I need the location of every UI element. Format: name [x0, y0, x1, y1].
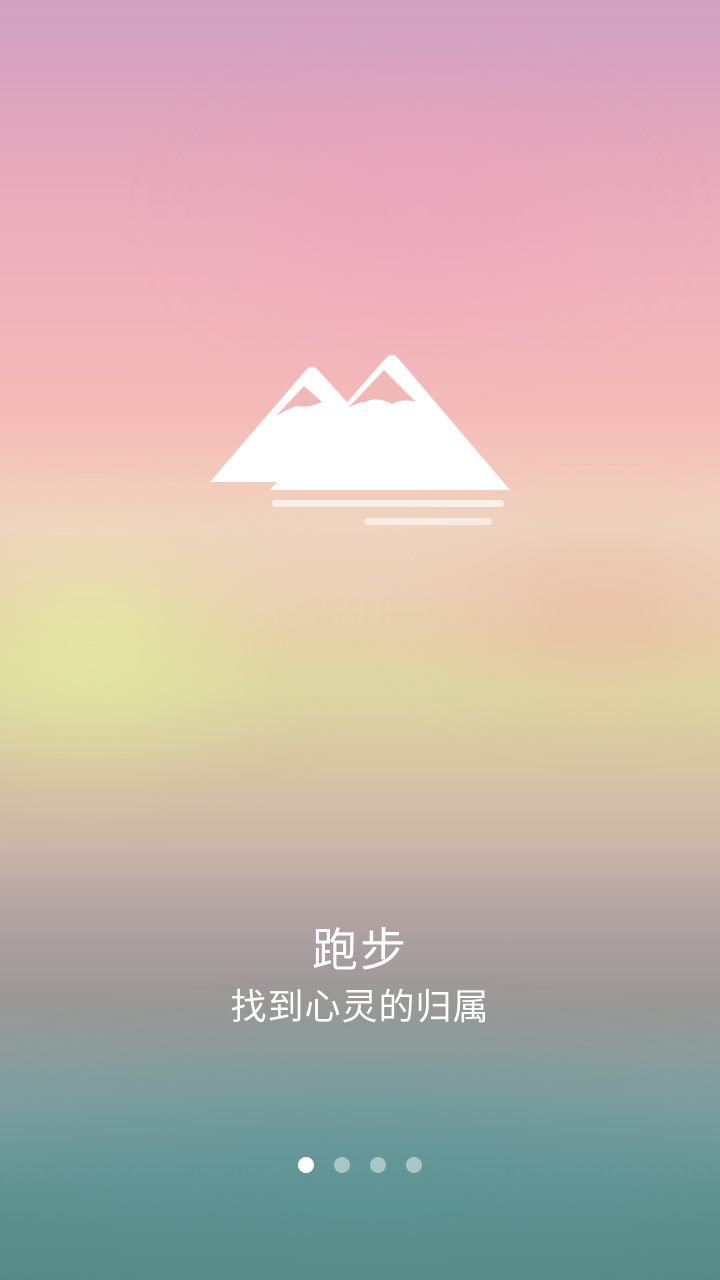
onboarding-screen[interactable]: 跑步 找到心灵的归属	[0, 0, 720, 1280]
background-glow-peach	[420, 520, 720, 700]
page-dot-3[interactable]	[370, 1157, 386, 1173]
page-indicator	[0, 1157, 720, 1173]
page-dot-2[interactable]	[334, 1157, 350, 1173]
background-glow-pink	[180, 80, 660, 340]
background-glow-yellow	[0, 520, 300, 780]
page-dot-1[interactable]	[298, 1157, 314, 1173]
intro-text: 跑步 找到心灵的归属	[0, 918, 720, 1034]
page-title: 跑步	[312, 923, 408, 977]
page-subtitle: 找到心灵的归属	[230, 987, 490, 1028]
mountain-icon	[210, 355, 510, 525]
page-dot-4[interactable]	[406, 1157, 422, 1173]
